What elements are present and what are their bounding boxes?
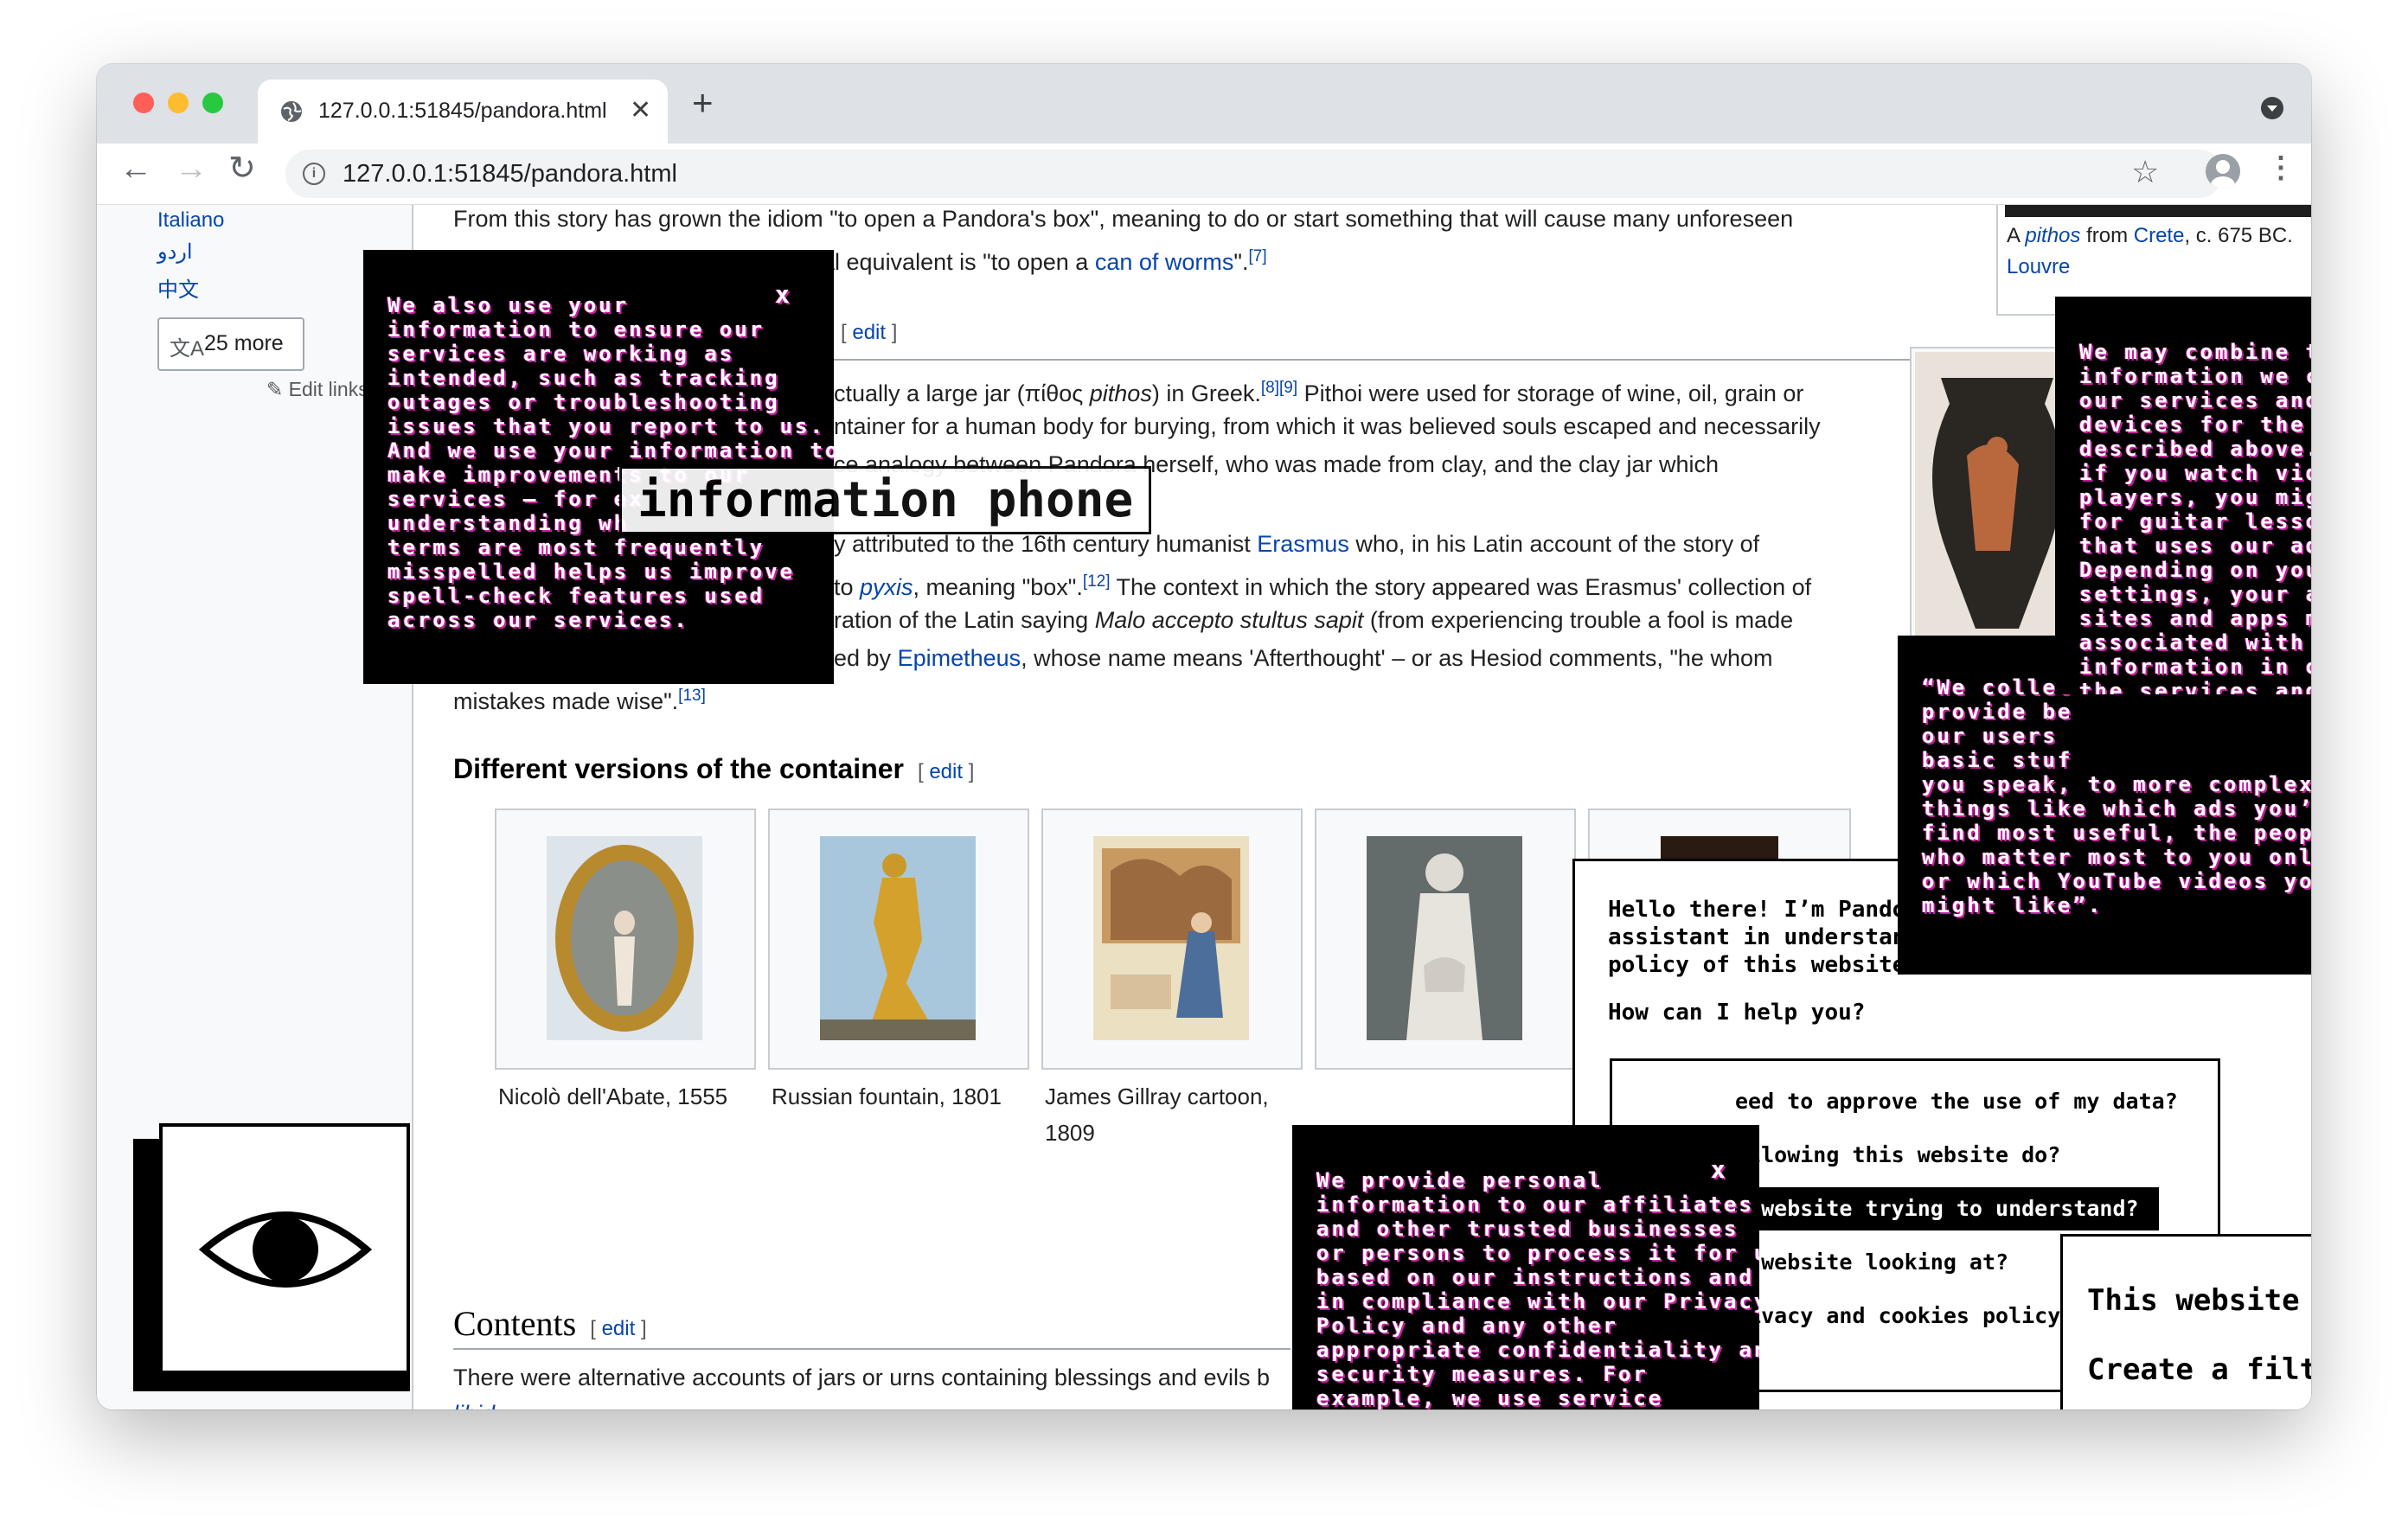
privacy-popup-right-top-front: We may combine t information we co our s… bbox=[2055, 297, 2311, 694]
highlighted-term-tooltip: information phone bbox=[619, 466, 1152, 534]
caption-abate: Nicolò dell'Abate, 1555 bbox=[498, 1083, 728, 1109]
ref-7[interactable]: [7] bbox=[1248, 247, 1266, 265]
minimize-window-button[interactable] bbox=[168, 93, 189, 113]
contents-edit-link[interactable]: [ edit ] bbox=[590, 1317, 646, 1340]
maximize-window-button[interactable] bbox=[202, 93, 223, 113]
tab-search-icon[interactable] bbox=[2261, 97, 2283, 119]
gallery-item-statue[interactable] bbox=[1315, 809, 1576, 1070]
lang-link-italiano[interactable]: Italiano bbox=[157, 208, 224, 233]
assistant-panel: This website is Create a filter bbox=[2060, 1234, 2311, 1409]
pyxis-link[interactable]: pyxis bbox=[860, 574, 913, 600]
gallery-image-fountain bbox=[820, 836, 976, 1040]
paragraph-latin: ration of the Latin saying Malo accepto … bbox=[834, 607, 1794, 633]
tab-active[interactable]: 127.0.0.1:51845/pandora.html ✕ bbox=[258, 80, 668, 144]
site-info-icon[interactable]: i bbox=[303, 163, 325, 185]
translate-icon: 文A bbox=[170, 337, 205, 361]
paragraph-epimetheus: ed by Epimetheus, whose name means 'Afte… bbox=[834, 645, 1773, 671]
paragraph-alternative: There were alternative accounts of jars … bbox=[453, 1365, 1270, 1390]
gallery-image-statue bbox=[1367, 836, 1522, 1040]
option-privacy-policy[interactable]: rivacy and cookies policy a bbox=[1733, 1294, 2086, 1338]
epimetheus-link[interactable]: Epimetheus bbox=[898, 645, 1021, 671]
caption-fountain: Russian fountain, 1801 bbox=[772, 1083, 1002, 1109]
heading-versions: Different versions of the container[ edi… bbox=[453, 753, 975, 784]
more-languages-label: 25 more bbox=[204, 331, 284, 355]
popup-left-close-icon[interactable]: x bbox=[775, 283, 792, 307]
tab-title: 127.0.0.1:51845/pandora.html bbox=[318, 99, 607, 123]
gallery-item-gillray[interactable] bbox=[1041, 809, 1303, 1070]
pithos-link[interactable]: pithos bbox=[2025, 224, 2080, 247]
new-tab-button[interactable]: + bbox=[692, 85, 714, 121]
toolbar: ← → ↻ i 127.0.0.1:51845/pandora.html bbox=[97, 144, 2311, 205]
paragraph-cutoff: libid bbox=[453, 1395, 495, 1409]
ref-8-9[interactable]: [8][9] bbox=[1261, 379, 1297, 397]
option-approve-data[interactable]: eed to approve the use of my data? bbox=[1733, 1080, 2178, 1123]
infobox-caption: A pithos from Crete, c. 675 BC. Louvre bbox=[2007, 224, 2293, 278]
can-of-worms-link[interactable]: can of worms bbox=[1095, 249, 1234, 275]
option-allowing[interactable]: allowing this website do? bbox=[1733, 1134, 2060, 1177]
paragraph-pithos: ctually a large jar (πίθος pithos) in Gr… bbox=[834, 379, 1804, 406]
more-languages-button[interactable]: 文A 25 more bbox=[157, 317, 304, 371]
browser-menu-icon[interactable]: ⋮ bbox=[2266, 150, 2296, 185]
ref-13[interactable]: [13] bbox=[678, 687, 706, 705]
lang-link-urdu[interactable]: اردو bbox=[157, 240, 193, 265]
panel-line-website: This website is bbox=[2087, 1283, 2311, 1318]
gallery-item-abate[interactable] bbox=[495, 809, 756, 1070]
section-edit-link[interactable]: [ edit ] bbox=[841, 314, 897, 352]
paragraph-pithos-2: ntainer for a human body for burying, fr… bbox=[834, 413, 1821, 439]
globe-icon bbox=[281, 101, 302, 122]
crete-link[interactable]: Crete bbox=[2134, 224, 2185, 247]
page-viewport: Italiano اردو 中文 文A 25 more ✎ Edit links… bbox=[97, 205, 2311, 1409]
gallery-image-oval-portrait bbox=[547, 836, 702, 1040]
tab-close-icon[interactable]: ✕ bbox=[630, 95, 651, 125]
reload-button[interactable]: ↻ bbox=[228, 152, 256, 185]
ref-12[interactable]: [12] bbox=[1083, 572, 1111, 591]
paragraph-idiom: From this story has grown the idiom "to … bbox=[453, 206, 1794, 232]
url-text[interactable]: 127.0.0.1:51845/pandora.html bbox=[343, 160, 677, 189]
popup-left-text: We also use your information to ensure o… bbox=[387, 293, 834, 632]
edit-links-link[interactable]: ✎ Edit links bbox=[266, 378, 368, 401]
privacy-popup-bottom: We provide personal information to our a… bbox=[1292, 1125, 1759, 1409]
popup-right-top-text-front: We may combine t information we co our s… bbox=[2079, 340, 2311, 694]
browser-window: 127.0.0.1:51845/pandora.html ✕ + ← → ↻ i… bbox=[97, 64, 2311, 1409]
address-bar[interactable]: i 127.0.0.1:51845/pandora.html bbox=[285, 150, 2223, 198]
back-button[interactable]: ← bbox=[119, 152, 152, 185]
close-window-button[interactable] bbox=[133, 93, 154, 113]
option-looking-at[interactable]: s website looking at? bbox=[1733, 1241, 2008, 1284]
eye-icon bbox=[199, 1211, 372, 1288]
contents-divider bbox=[453, 1348, 1290, 1350]
forward-button[interactable]: → bbox=[175, 152, 208, 185]
popup-right-mid-text: “We collec provide be our users basic st… bbox=[1922, 675, 2311, 917]
tab-bar: 127.0.0.1:51845/pandora.html ✕ + bbox=[97, 64, 2311, 144]
bookmark-star-icon[interactable]: ☆ bbox=[2131, 154, 2159, 190]
eye-badge[interactable] bbox=[159, 1123, 410, 1374]
profile-avatar[interactable] bbox=[2206, 154, 2240, 189]
erasmus-link[interactable]: Erasmus bbox=[1257, 531, 1349, 557]
option-understand[interactable]: s website trying to understand? bbox=[1733, 1187, 2159, 1230]
gallery-item-fountain[interactable] bbox=[768, 809, 1029, 1070]
gallery-image-cartoon bbox=[1093, 836, 1249, 1040]
assistant-question: How can I help you? bbox=[1608, 1000, 1866, 1026]
popup-bottom-close-icon[interactable]: x bbox=[1711, 1158, 1728, 1182]
assistant-greeting: Hello there! I’m Pandora, assistant in u… bbox=[1608, 897, 1947, 978]
infobox-image-strip bbox=[2005, 205, 2311, 217]
popup-bottom-text: We provide personal information to our a… bbox=[1316, 1168, 1759, 1409]
panel-line-filter[interactable]: Create a filter bbox=[2087, 1352, 2311, 1387]
versions-edit-link[interactable]: [ edit ] bbox=[918, 760, 974, 783]
lang-link-chinese[interactable]: 中文 bbox=[157, 272, 199, 303]
louvre-link[interactable]: Louvre bbox=[2007, 255, 2070, 278]
contents-heading: Contents[ edit ] bbox=[453, 1304, 647, 1343]
paragraph-pyxis: to pyxis, meaning "box".[12] The context… bbox=[834, 572, 1812, 600]
caption-gillray: James Gillray cartoon, 1809 bbox=[1045, 1083, 1269, 1146]
